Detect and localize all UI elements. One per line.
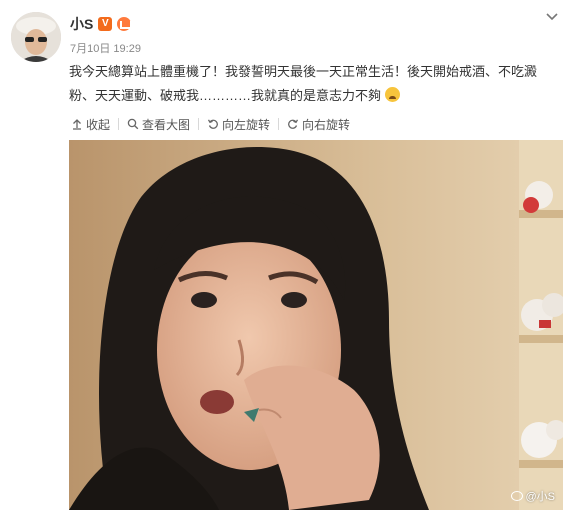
toolbar-divider xyxy=(278,118,280,130)
search-icon xyxy=(127,118,139,130)
view-large-label: 查看大图 xyxy=(142,117,191,132)
image-toolbar: 收起 查看大图 向左旋转 向右旋转 xyxy=(69,113,352,135)
collapse-arrow-icon xyxy=(73,119,81,130)
watermark-text: @小S xyxy=(525,491,555,503)
photo-watermark: @小S xyxy=(511,488,555,504)
post-timestamp[interactable]: 7月10日 19:29 xyxy=(70,40,141,56)
view-large-button[interactable]: 查看大图 xyxy=(125,116,192,133)
rotate-left-icon xyxy=(207,119,218,129)
verified-badge[interactable]: V xyxy=(98,17,113,31)
rotate-right-label: 向右旋转 xyxy=(302,117,351,132)
post-text: 我今天總算站上體重機了！我發誓明天最後一天正常生活！後天開始戒酒、不吃澱粉、天天… xyxy=(69,60,559,108)
rotate-right-button[interactable]: 向右旋转 xyxy=(285,116,352,133)
weibo-logo-icon xyxy=(511,491,524,501)
rotate-left-label: 向左旋转 xyxy=(222,117,271,132)
toolbar-divider xyxy=(118,118,120,130)
author-row: 小S V xyxy=(70,14,133,34)
post-body: 我今天總算站上體重機了！我發誓明天最後一天正常生活！後天開始戒酒、不吃澱粉、天天… xyxy=(69,64,538,103)
toolbar-divider xyxy=(198,118,200,130)
chevron-down-icon[interactable] xyxy=(544,8,560,24)
tired-face-emoji-icon xyxy=(384,87,400,102)
weibo-post: 小S V 7月10日 19:29 我今天總算站上體重機了！我發誓明天最後一天正常… xyxy=(0,0,570,516)
rotate-right-icon xyxy=(288,119,299,129)
member-crown-icon[interactable] xyxy=(117,17,133,31)
avatar[interactable] xyxy=(11,12,61,62)
rotate-left-button[interactable]: 向左旋转 xyxy=(205,116,272,133)
post-photo[interactable]: @小S xyxy=(69,140,563,510)
collapse-label: 收起 xyxy=(86,117,111,132)
user-name[interactable]: 小S xyxy=(70,14,93,34)
collapse-button[interactable]: 收起 xyxy=(69,116,112,133)
